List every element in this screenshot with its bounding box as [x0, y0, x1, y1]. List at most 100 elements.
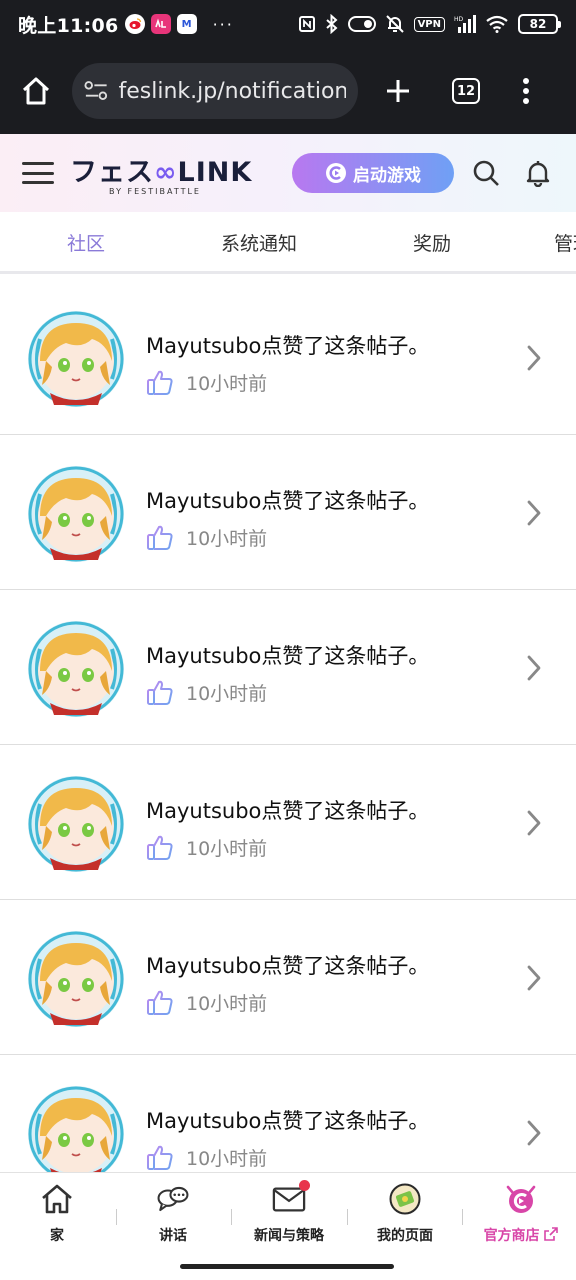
- chevron-right-icon[interactable]: [526, 654, 542, 682]
- gesture-home-indicator: [180, 1264, 394, 1269]
- logo-text-suffix: LINK: [177, 157, 253, 188]
- nfc-icon: [298, 15, 316, 33]
- avatar[interactable]: [26, 309, 126, 409]
- notification-item[interactable]: Mayutsubo点赞了这条帖子。 10小时前: [0, 900, 576, 1055]
- tab-system-notice[interactable]: 系统通知: [172, 212, 346, 271]
- site-header: フェス∞LINK BY FESTIBATTLE 启动游戏: [0, 134, 576, 212]
- status-app-icons: M ···: [124, 14, 234, 34]
- home-icon: [22, 77, 50, 105]
- mute-icon: [385, 14, 405, 34]
- notification-time: 10小时前: [186, 682, 268, 705]
- thumbs-up-icon: [147, 990, 173, 1015]
- notification-tabs: 社区 系统通知 奖励 管理: [0, 212, 576, 274]
- news-badge-dot: [299, 1180, 310, 1191]
- notification-text: Mayutsubo点赞了这条帖子。: [146, 334, 430, 358]
- shop-icon: [504, 1183, 538, 1215]
- chevron-right-icon[interactable]: [526, 809, 542, 837]
- nav-home-label: 家: [50, 1228, 64, 1244]
- notification-item[interactable]: Mayutsubo点赞了这条帖子。 10小时前: [0, 590, 576, 745]
- nav-news[interactable]: 新闻与策略: [234, 1180, 344, 1245]
- nav-divider: [231, 1209, 232, 1225]
- thumbs-up-icon: [147, 680, 173, 705]
- browser-toolbar: feslink.jp/notifications 12: [0, 48, 576, 134]
- status-bar: 晚上11:06 M ··· VPN HD 82: [0, 0, 576, 48]
- nav-mypage[interactable]: 我的页面: [350, 1183, 460, 1245]
- notification-text: Mayutsubo点赞了这条帖子。: [146, 799, 430, 823]
- thumbs-up-icon: [147, 370, 173, 395]
- url-text[interactable]: feslink.jp/notifications: [119, 79, 346, 104]
- pink-app-icon: [150, 14, 171, 34]
- thumbs-up-icon: [147, 835, 173, 860]
- notification-text: Mayutsubo点赞了这条帖子。: [146, 954, 430, 978]
- hamburger-menu-icon[interactable]: [22, 160, 54, 186]
- logo-text-prefix: フェス: [70, 157, 154, 188]
- infinity-icon: ∞: [154, 157, 178, 188]
- notification-list: Mayutsubo点赞了这条帖子。 10小时前 Mayutsubo点赞了这条帖子…: [0, 280, 576, 1210]
- notification-meta: 10小时前: [146, 678, 267, 706]
- more-vert-icon: [523, 78, 529, 104]
- battery-indicator: 82: [518, 14, 561, 34]
- nav-talk[interactable]: 讲话: [118, 1183, 228, 1245]
- launch-game-button[interactable]: 启动游戏: [292, 153, 454, 193]
- chevron-right-icon[interactable]: [526, 344, 542, 372]
- site-settings-icon[interactable]: [84, 80, 109, 102]
- browser-menu-button[interactable]: [516, 73, 536, 109]
- notification-time: 10小时前: [186, 837, 268, 860]
- chevron-right-icon[interactable]: [526, 499, 542, 527]
- tab-management[interactable]: 管理: [518, 212, 576, 271]
- avatar[interactable]: [26, 774, 126, 874]
- notification-item[interactable]: Mayutsubo点赞了这条帖子。 10小时前: [0, 435, 576, 590]
- notification-text: Mayutsubo点赞了这条帖子。: [146, 644, 430, 668]
- feslink-logo[interactable]: フェス∞LINK BY FESTIBATTLE: [70, 149, 251, 197]
- chat-icon: [156, 1183, 190, 1215]
- notification-meta: 10小时前: [146, 523, 267, 551]
- notification-text: Mayutsubo点赞了这条帖子。: [146, 489, 430, 513]
- wifi-icon: [485, 15, 509, 33]
- notification-text: Mayutsubo点赞了这条帖子。: [146, 1109, 430, 1133]
- tab-community[interactable]: 社区: [0, 212, 172, 271]
- notification-time: 10小时前: [186, 992, 268, 1015]
- notification-meta: 10小时前: [146, 1143, 267, 1171]
- avatar[interactable]: [26, 464, 126, 564]
- nav-home[interactable]: 家: [2, 1183, 112, 1245]
- avatar[interactable]: [26, 1084, 126, 1184]
- external-link-icon: [544, 1227, 559, 1241]
- nav-divider: [347, 1209, 348, 1225]
- notification-meta: 10小时前: [146, 368, 267, 396]
- notification-meta: 10小时前: [146, 988, 267, 1016]
- notification-time: 10小时前: [186, 527, 268, 550]
- mail-icon: [272, 1180, 310, 1215]
- avatar[interactable]: [26, 929, 126, 1029]
- avatar[interactable]: [26, 619, 126, 719]
- vpn-icon: VPN: [413, 16, 445, 32]
- notification-item[interactable]: Mayutsubo点赞了这条帖子。 10小时前: [0, 280, 576, 435]
- tab-switcher-button[interactable]: 12: [452, 78, 480, 104]
- status-time: 晚上11:06: [18, 14, 119, 37]
- chevron-right-icon[interactable]: [526, 964, 542, 992]
- toggle-icon: [347, 16, 376, 32]
- nav-official-shop[interactable]: 官方商店: [466, 1183, 576, 1245]
- nav-divider: [116, 1209, 117, 1225]
- status-indicators: VPN HD 82: [298, 14, 561, 34]
- notification-item[interactable]: Mayutsubo点赞了这条帖子。 10小时前: [0, 745, 576, 900]
- launch-game-label: 启动游戏: [353, 165, 421, 186]
- bell-icon[interactable]: [524, 159, 552, 187]
- game-logo-icon: [326, 163, 346, 183]
- nav-mypage-label: 我的页面: [377, 1228, 433, 1244]
- browser-home-button[interactable]: [16, 71, 56, 111]
- nav-divider: [462, 1209, 463, 1225]
- nav-talk-label: 讲话: [159, 1228, 187, 1244]
- notification-meta: 10小时前: [146, 833, 267, 861]
- chevron-right-icon[interactable]: [526, 1119, 542, 1147]
- search-icon[interactable]: [472, 159, 500, 187]
- thumbs-up-icon: [147, 1145, 173, 1170]
- m-app-icon: M: [176, 14, 197, 34]
- new-tab-button[interactable]: [380, 73, 416, 109]
- address-bar[interactable]: feslink.jp/notifications: [72, 63, 358, 119]
- active-tab-indicator: [0, 271, 172, 274]
- weibo-icon: [124, 14, 145, 34]
- nav-shop-text: 官方商店: [483, 1228, 540, 1244]
- notification-time: 10小时前: [186, 372, 268, 395]
- profile-avatar-icon: [388, 1183, 422, 1215]
- tab-rewards[interactable]: 奖励: [346, 212, 518, 271]
